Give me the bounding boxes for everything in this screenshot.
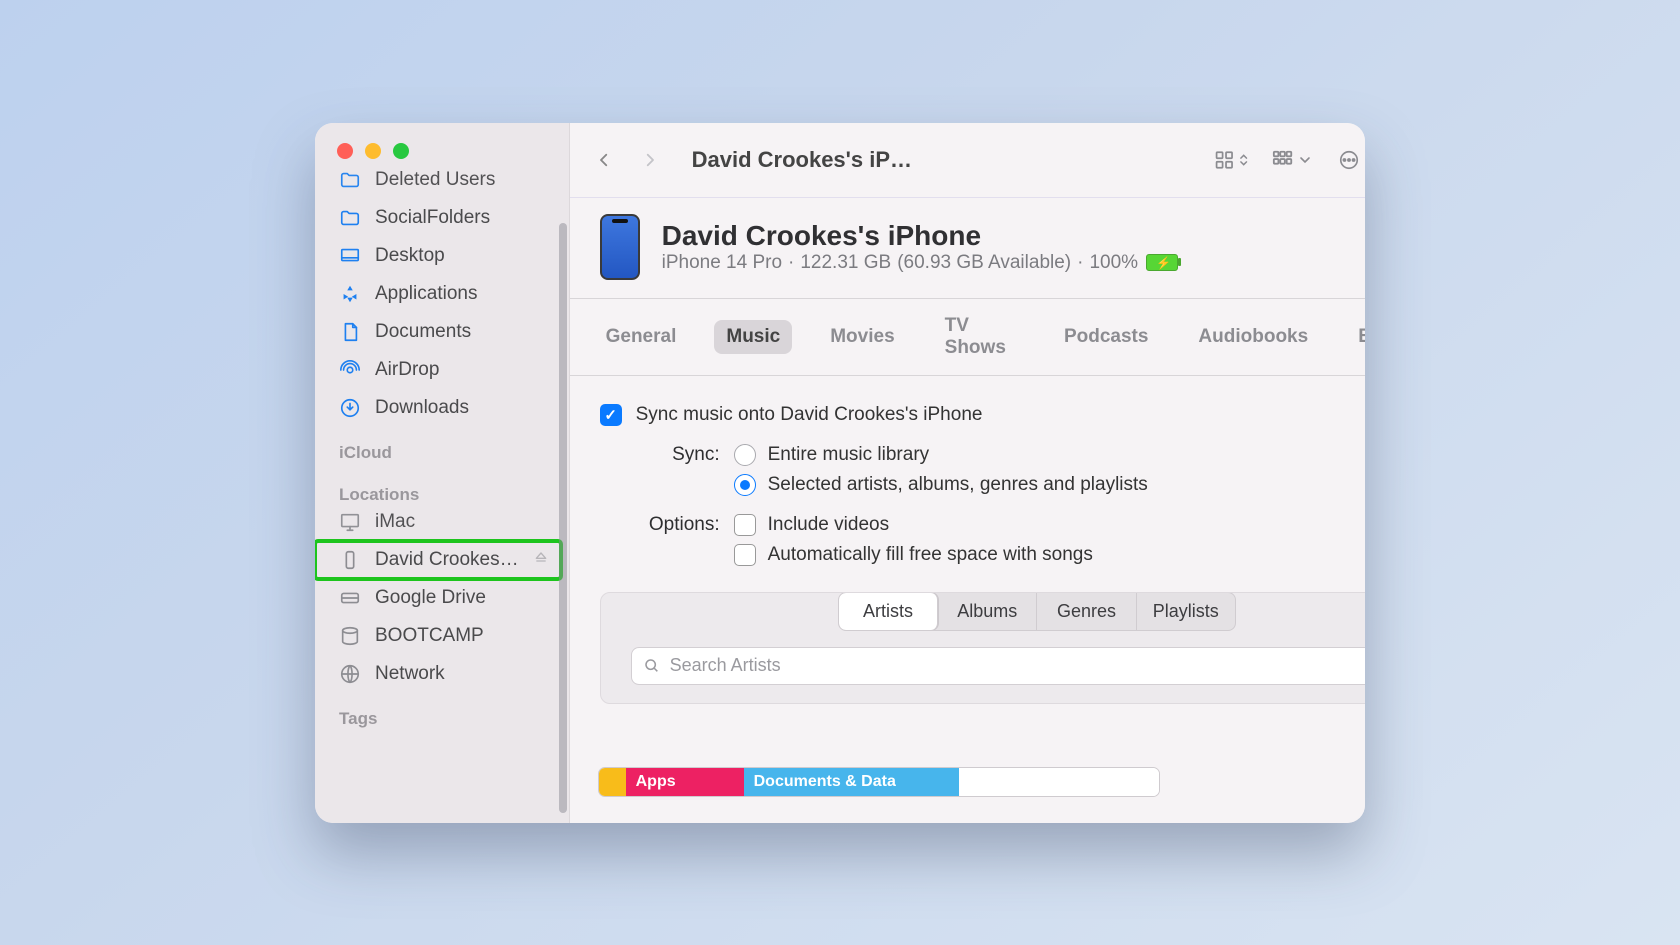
zoom-icon[interactable] bbox=[393, 143, 409, 159]
tab-movies[interactable]: Movies bbox=[818, 320, 906, 354]
globe-icon bbox=[339, 663, 361, 685]
section-icloud: iCloud bbox=[315, 427, 561, 469]
phone-icon bbox=[339, 549, 361, 571]
segmented-control[interactable]: ArtistsAlbumsGenresPlaylists bbox=[838, 592, 1236, 631]
forward-button[interactable] bbox=[636, 146, 664, 174]
sync-selected-row: Selected artists, albums, genres and pla… bbox=[734, 474, 1148, 496]
sidebar-location-item[interactable]: BOOTCAMP bbox=[315, 617, 561, 655]
sidebar-item-label: Applications bbox=[375, 283, 549, 305]
radio-selected[interactable] bbox=[734, 474, 756, 496]
storage-chunk: Documents & Data bbox=[744, 768, 959, 796]
segment-artists[interactable]: Artists bbox=[839, 593, 938, 630]
search-icon bbox=[644, 658, 660, 674]
disk-icon bbox=[339, 625, 361, 647]
sidebar-item[interactable]: Applications bbox=[315, 275, 561, 313]
folder-icon bbox=[339, 169, 361, 191]
toolbar: David Crookes's iP… bbox=[570, 123, 1365, 198]
sidebar-location-item[interactable]: Google Drive bbox=[315, 579, 561, 617]
sidebar-location-item[interactable]: David Crookes… bbox=[315, 541, 561, 579]
desktop-icon bbox=[339, 245, 361, 267]
tab-general[interactable]: General bbox=[594, 320, 689, 354]
finder-window: Deleted Users SocialFolders Desktop Applica… bbox=[315, 123, 1365, 823]
eject-icon[interactable] bbox=[533, 549, 549, 571]
sidebar-item[interactable]: Documents bbox=[315, 313, 561, 351]
window-controls bbox=[315, 123, 569, 169]
sidebar-item[interactable]: Downloads bbox=[315, 389, 561, 427]
airdrop-icon bbox=[339, 359, 361, 381]
sidebar-item-label: SocialFolders bbox=[375, 207, 549, 229]
tab-podcasts[interactable]: Podcasts bbox=[1052, 320, 1160, 354]
close-icon[interactable] bbox=[337, 143, 353, 159]
device-name: David Crookes's iPhone bbox=[662, 220, 1178, 252]
storage-chunk bbox=[959, 768, 1159, 796]
storage-chunk bbox=[599, 768, 626, 796]
sidebar-item-label: AirDrop bbox=[375, 359, 549, 381]
autofill-checkbox[interactable] bbox=[734, 544, 756, 566]
view-icons-button[interactable] bbox=[1214, 146, 1248, 174]
sidebar-item-label: iMac bbox=[375, 511, 549, 533]
sidebar-scrollbar[interactable] bbox=[559, 223, 567, 813]
sidebar-scroll[interactable]: Deleted Users SocialFolders Desktop Applica… bbox=[315, 169, 569, 823]
segment-playlists[interactable]: Playlists bbox=[1137, 593, 1235, 630]
battery-icon: ⚡ bbox=[1146, 254, 1178, 271]
document-icon bbox=[339, 321, 361, 343]
sync-music-label: Sync music onto David Crookes's iPhone bbox=[636, 404, 983, 426]
drive-icon bbox=[339, 587, 361, 609]
main: David Crookes's iP… bbox=[570, 123, 1365, 823]
imac-icon bbox=[339, 511, 361, 533]
autofill-row: Automatically fill free space with songs bbox=[734, 544, 1093, 566]
toolbar-title: David Crookes's iP… bbox=[692, 147, 912, 173]
sidebar-item-label: Google Drive bbox=[375, 587, 549, 609]
sync-entire-row: Entire music library bbox=[734, 444, 1148, 466]
sync-music-checkbox[interactable]: ✓ bbox=[600, 404, 622, 426]
sidebar-item[interactable]: SocialFolders bbox=[315, 199, 561, 237]
minimize-icon[interactable] bbox=[365, 143, 381, 159]
radio-entire-library[interactable] bbox=[734, 444, 756, 466]
sync-label: Sync: bbox=[600, 444, 720, 496]
selection-panel: ArtistsAlbumsGenresPlaylists Search Arti… bbox=[600, 592, 1365, 704]
sidebar-item-label: Downloads bbox=[375, 397, 549, 419]
include-videos-row: Include videos bbox=[734, 514, 1093, 536]
content: ✓ Sync music onto David Crookes's iPhone… bbox=[570, 376, 1365, 750]
sidebar: Deleted Users SocialFolders Desktop Applica… bbox=[315, 123, 570, 823]
segment-albums[interactable]: Albums bbox=[938, 593, 1037, 630]
sidebar-item[interactable]: Desktop bbox=[315, 237, 561, 275]
section-tags: Tags bbox=[315, 693, 561, 735]
storage-chunk: Apps bbox=[626, 768, 744, 796]
sidebar-item-label: David Crookes… bbox=[375, 549, 519, 571]
app-icon bbox=[339, 283, 361, 305]
sidebar-location-item[interactable]: iMac bbox=[315, 503, 561, 541]
storage-bar: AppsDocuments & Data bbox=[598, 767, 1160, 797]
group-button[interactable] bbox=[1266, 146, 1316, 174]
tab-music[interactable]: Music bbox=[714, 320, 792, 354]
tab-audiobooks[interactable]: Audiobooks bbox=[1186, 320, 1320, 354]
sidebar-item[interactable]: Deleted Users bbox=[315, 169, 561, 199]
search-field[interactable]: Search Artists bbox=[631, 647, 1365, 685]
sidebar-location-item[interactable]: Network bbox=[315, 655, 561, 693]
device-header: David Crookes's iPhone iPhone 14 Pro · 1… bbox=[570, 198, 1365, 299]
tab-bar: General Music Movies TV Shows Podcasts Audiob… bbox=[570, 299, 1365, 376]
sidebar-item-label: Network bbox=[375, 663, 549, 685]
device-meta: iPhone 14 Pro · 122.31 GB (60.93 GB Avai… bbox=[662, 252, 1178, 274]
sidebar-item-label: Deleted Users bbox=[375, 169, 549, 191]
back-button[interactable] bbox=[590, 146, 618, 174]
segment-genres[interactable]: Genres bbox=[1037, 593, 1136, 630]
tab-tv-shows[interactable]: TV Shows bbox=[933, 309, 1026, 365]
folder-icon bbox=[339, 207, 361, 229]
bottom-bar: AppsDocuments & Data Sync bbox=[570, 750, 1365, 823]
options-label: Options: bbox=[600, 514, 720, 566]
sidebar-item-label: Documents bbox=[375, 321, 549, 343]
device-thumbnail-icon bbox=[600, 214, 640, 280]
tab-books[interactable]: Books bbox=[1346, 320, 1365, 354]
sidebar-item-label: Desktop bbox=[375, 245, 549, 267]
device-info: David Crookes's iPhone iPhone 14 Pro · 1… bbox=[662, 220, 1178, 274]
sync-music-row: ✓ Sync music onto David Crookes's iPhone bbox=[600, 404, 1365, 426]
download-icon bbox=[339, 397, 361, 419]
search-placeholder: Search Artists bbox=[670, 655, 781, 676]
sidebar-item-label: BOOTCAMP bbox=[375, 625, 549, 647]
action-button[interactable] bbox=[1334, 146, 1365, 174]
sidebar-item[interactable]: AirDrop bbox=[315, 351, 561, 389]
include-videos-checkbox[interactable] bbox=[734, 514, 756, 536]
